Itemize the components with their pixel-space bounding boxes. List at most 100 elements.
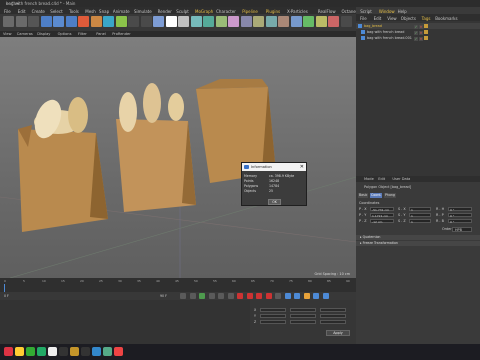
menu-help[interactable]: Help [398, 9, 407, 14]
object-menu-tags[interactable]: Tags [422, 16, 431, 21]
toolbar-tool-icon-27[interactable] [340, 16, 352, 27]
transport-button-13[interactable] [303, 293, 310, 299]
menu-simulate[interactable]: Simulate [134, 9, 152, 14]
taskbar-app-icon-1[interactable] [15, 347, 24, 356]
coord-field-r[interactable]: 0 ° [448, 207, 472, 212]
menu-character[interactable]: Character [216, 9, 236, 14]
toolbar-tool-icon-21[interactable] [265, 16, 277, 27]
toolbar-tool-icon-17[interactable] [215, 16, 227, 27]
coord-position-field[interactable] [260, 308, 286, 312]
coord-field-r[interactable]: 0 ° [448, 213, 472, 218]
coord-size-field[interactable] [290, 308, 316, 312]
coord-rotation-field[interactable] [320, 308, 346, 312]
toolbar-tool-icon-4[interactable] [53, 16, 64, 27]
playhead[interactable] [4, 284, 5, 292]
apply-button[interactable]: Apply [326, 330, 350, 336]
viewport[interactable]: Information ✕ Memory ca. 398.9 KByte Poi… [0, 37, 356, 278]
timeline[interactable]: 0 5 10 15 20 25 30 35 40 45 50 55 60 65 70 75 80 85 90 [0, 278, 356, 292]
toolbar-tool-icon-1[interactable] [15, 16, 27, 27]
coord-field-p[interactable]: 1.1721 cm [370, 213, 394, 218]
coord-field-p[interactable]: -12 cm [370, 219, 394, 224]
view-menu-filter[interactable]: Filter [78, 32, 87, 36]
end-frame[interactable]: 90 F [160, 294, 167, 298]
toolbar-tool-icon-26[interactable] [328, 16, 339, 27]
ok-button[interactable]: OK [268, 199, 281, 205]
object-menu-bookmarks[interactable]: Bookmarks [435, 16, 457, 21]
toolbar-tool-icon-24[interactable] [303, 16, 314, 27]
attr-menu-edit[interactable]: Edit [378, 177, 385, 181]
transport-button-9[interactable] [265, 293, 272, 299]
toolbar-tool-icon-16[interactable] [203, 16, 214, 27]
toolbar-tool-icon-9[interactable] [115, 16, 127, 27]
menu-edit[interactable]: Edit [18, 9, 26, 14]
menu-file[interactable]: File [4, 9, 11, 14]
taskbar-app-icon-10[interactable] [114, 347, 123, 356]
menu-animate[interactable]: Animate [113, 9, 130, 14]
toolbar-tool-icon-8[interactable] [103, 16, 114, 27]
transport-button-1[interactable] [189, 293, 196, 299]
transport-button-10[interactable] [275, 293, 281, 299]
material-tag-icon[interactable] [424, 24, 428, 28]
tab-coord[interactable]: Coord. [370, 193, 383, 198]
menu-snap[interactable]: Snap [99, 9, 109, 14]
menu-realflow[interactable]: RealFlow [318, 9, 336, 14]
coord-field-s[interactable]: 1 [409, 207, 431, 212]
transport-button-3[interactable] [208, 293, 215, 299]
menu-create[interactable]: Create [32, 9, 45, 14]
transport-button-12[interactable] [294, 293, 300, 299]
object-menu-edit[interactable]: Edit [374, 16, 382, 21]
transport-button-8[interactable] [256, 293, 262, 299]
material-tag-icon[interactable] [424, 30, 428, 34]
transport-button-5[interactable] [227, 293, 234, 299]
toolbar-tool-icon-5[interactable] [65, 16, 77, 27]
menu-window[interactable]: Window [379, 9, 395, 14]
menu-octane[interactable]: Octane [342, 9, 356, 14]
taskbar-app-icon-0[interactable] [4, 347, 13, 356]
transport-button-6[interactable] [237, 293, 243, 299]
material-tag-icon[interactable] [424, 36, 428, 40]
toolbar-tool-icon-0[interactable] [3, 16, 14, 27]
coord-position-field[interactable] [260, 320, 286, 324]
attr-menu-user-data[interactable]: User Data [392, 177, 410, 181]
transport-button-2[interactable] [199, 293, 205, 299]
view-menu-prorender[interactable]: ProRender [112, 32, 131, 36]
object-menu-view[interactable]: View [387, 16, 397, 21]
taskbar-app-icon-3[interactable] [37, 347, 46, 356]
coord-size-field[interactable] [290, 320, 316, 324]
coord-rotation-field[interactable] [320, 320, 346, 324]
toolbar-tool-icon-15[interactable] [190, 16, 202, 27]
toolbar-tool-icon-12[interactable] [153, 16, 164, 27]
toolbar-tool-icon-23[interactable] [290, 16, 302, 27]
toolbar-tool-icon-13[interactable] [165, 16, 177, 27]
taskbar-app-icon-2[interactable] [26, 347, 35, 356]
taskbar-app-icon-6[interactable] [70, 347, 79, 356]
coord-field-p[interactable]: -51.731 cm [370, 207, 394, 212]
taskbar-app-icon-9[interactable] [103, 347, 112, 356]
view-menu-options[interactable]: Options [58, 32, 72, 36]
toolbar-tool-icon-20[interactable] [253, 16, 264, 27]
tab-phong[interactable]: Phong [384, 193, 396, 198]
object-menu-objects[interactable]: Objects [401, 16, 416, 21]
transport-button-7[interactable] [246, 293, 253, 299]
coord-position-field[interactable] [260, 314, 286, 318]
menu-tools[interactable]: Tools [69, 9, 79, 14]
menu-sculpt[interactable]: Sculpt [176, 9, 189, 14]
coord-field-s[interactable]: 1 [409, 219, 431, 224]
toolbar-tool-icon-22[interactable] [278, 16, 289, 27]
coord-field-r[interactable]: 0 ° [448, 219, 472, 224]
toolbar-tool-icon-6[interactable] [78, 16, 89, 27]
taskbar-app-icon-7[interactable] [81, 347, 90, 356]
taskbar-app-icon-8[interactable] [92, 347, 101, 356]
menu-script[interactable]: Script [360, 9, 372, 14]
toolbar-tool-icon-14[interactable] [178, 16, 189, 27]
quaternion-section[interactable]: ▸ Quaternion [356, 235, 480, 240]
menu-mesh[interactable]: Mesh [85, 9, 96, 14]
window-controls[interactable]: — ❐ ✕ [6, 1, 476, 6]
tab-basic[interactable]: Basic [358, 193, 369, 198]
current-frame[interactable]: 0 F [4, 294, 9, 298]
view-menu-display[interactable]: Display [37, 32, 50, 36]
attr-menu-mode[interactable]: Mode [364, 177, 374, 181]
taskbar-app-icon-5[interactable] [59, 347, 68, 356]
menu-mograph[interactable]: MoGraph [195, 9, 213, 14]
view-menu-view[interactable]: View [3, 32, 12, 36]
